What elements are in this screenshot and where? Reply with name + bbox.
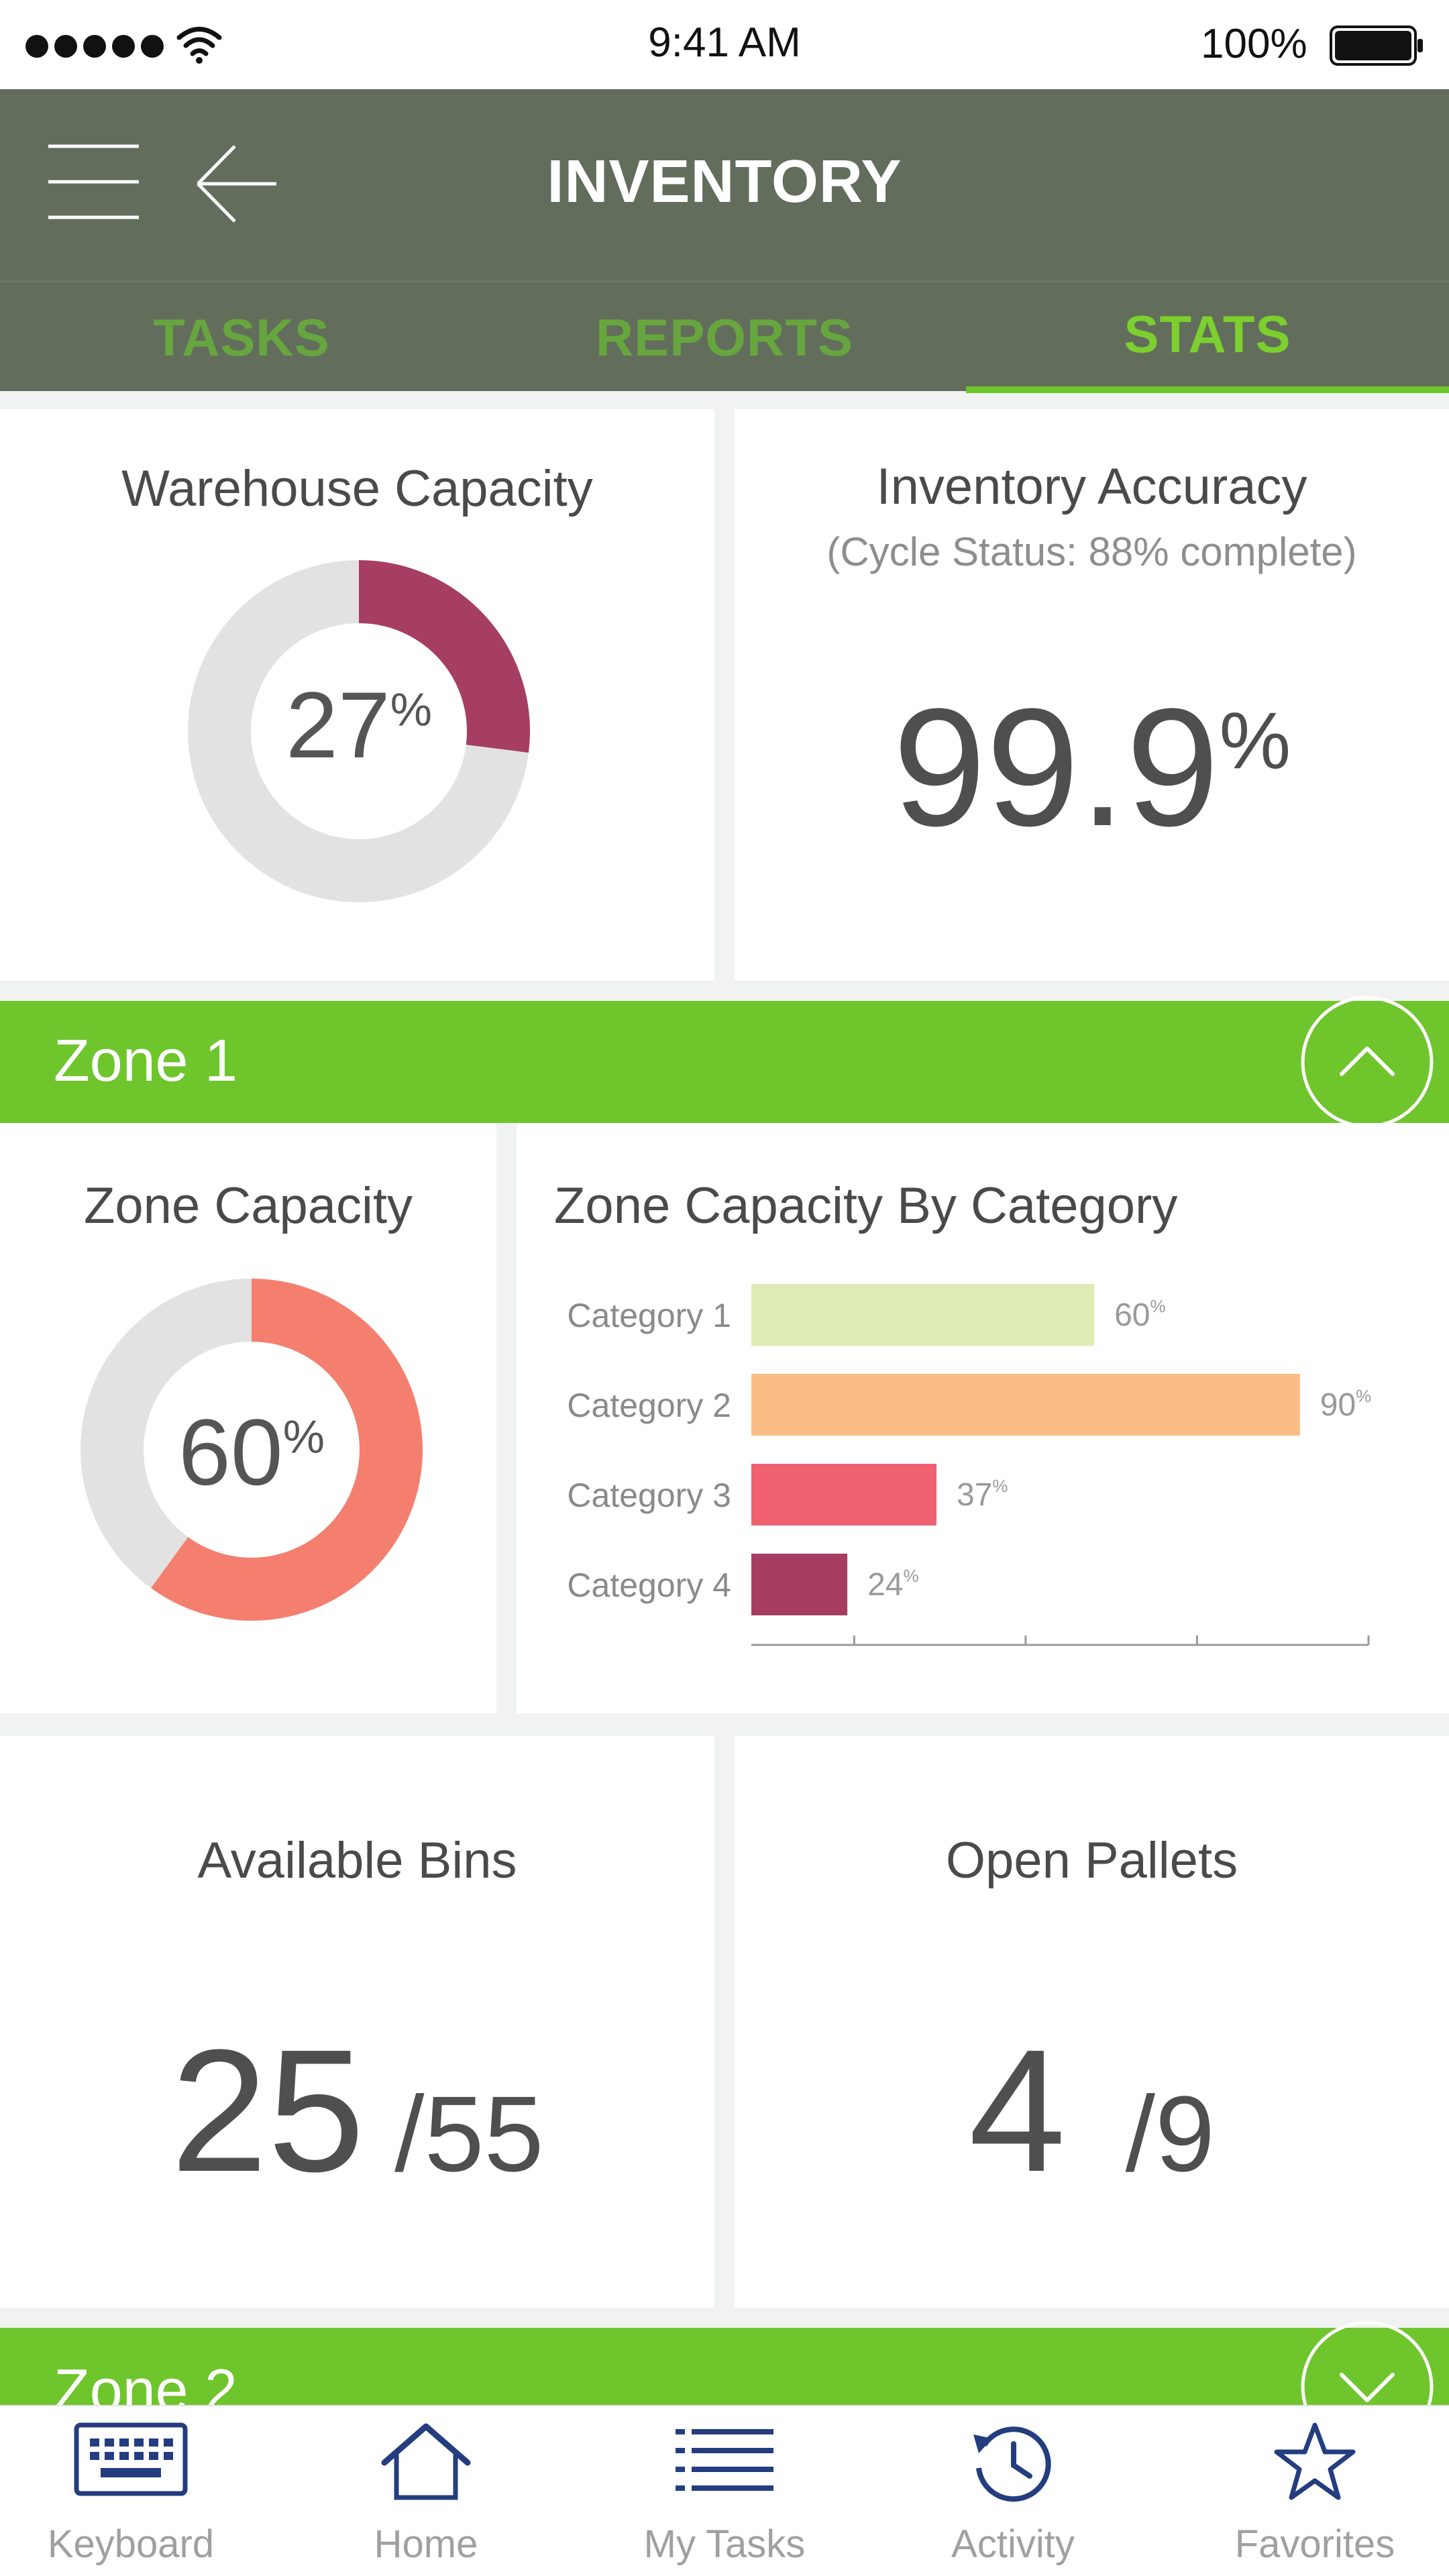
tab-reports[interactable]: REPORTS bbox=[483, 282, 966, 393]
category-label: Category 3 bbox=[567, 1477, 731, 1514]
nav-my-tasks-label: My Tasks bbox=[643, 2522, 806, 2566]
cycle-status-text: (Cycle Status: 88% complete) bbox=[826, 529, 1357, 574]
tab-stats[interactable]: STATS bbox=[966, 282, 1449, 393]
category-bar bbox=[751, 1284, 1095, 1346]
inventory-accuracy-title: Inventory Accuracy bbox=[876, 458, 1307, 515]
wifi-icon bbox=[176, 27, 222, 64]
category-bar bbox=[751, 1374, 1300, 1436]
zone-1-label: Zone 1 bbox=[54, 1027, 237, 1093]
status-bar: 9:41 AM 100% bbox=[0, 0, 1449, 89]
nav-home[interactable]: Home bbox=[325, 2406, 527, 2576]
available-bins-title: Available Bins bbox=[197, 1832, 517, 1889]
nav-home-label: Home bbox=[374, 2522, 478, 2566]
open-pallets-card: Open Pallets 4 /9 bbox=[735, 1736, 1449, 2308]
nav-activity[interactable]: Activity bbox=[912, 2406, 1114, 2576]
bar-value-label: 37% bbox=[957, 1476, 1008, 1513]
zone-capacity-by-category-card: Zone Capacity By Category Category 1 60% C… bbox=[517, 1123, 1449, 1713]
bar-value-label: 60% bbox=[1114, 1296, 1166, 1333]
battery-icon bbox=[1330, 25, 1423, 66]
battery-percentage: 100% bbox=[1201, 21, 1307, 67]
bottom-navigation: Keyboard Home My Tasks Activity Favorite… bbox=[0, 2405, 1449, 2576]
zone-capacity-value: 60% bbox=[178, 1399, 325, 1505]
nav-activity-label: Activity bbox=[951, 2522, 1075, 2566]
open-pallets-title: Open Pallets bbox=[945, 1832, 1238, 1889]
category-bar-chart: Category 1 60% Category 2 90% Category 3 37% C… bbox=[567, 1284, 1372, 1646]
history-icon bbox=[973, 2426, 1051, 2502]
zone-capacity-card: Zone Capacity 60% bbox=[0, 1123, 496, 1713]
bar-value-label: 90% bbox=[1320, 1386, 1372, 1423]
available-bins-value: 25 /55 bbox=[170, 2014, 544, 2208]
bar-value-label: 24% bbox=[867, 1566, 919, 1603]
keyboard-icon bbox=[74, 2422, 188, 2496]
star-icon bbox=[1274, 2422, 1356, 2500]
zone-capacity-title: Zone Capacity bbox=[83, 1177, 413, 1234]
warehouse-capacity-title: Warehouse Capacity bbox=[121, 460, 593, 517]
page-title: INVENTORY bbox=[547, 148, 902, 215]
list-icon bbox=[676, 2429, 773, 2491]
nav-keyboard-label: Keyboard bbox=[47, 2522, 215, 2566]
zone-1-header[interactable]: Zone 1 bbox=[0, 1001, 1449, 1123]
inventory-accuracy-card: Inventory Accuracy (Cycle Status: 88% co… bbox=[735, 409, 1449, 981]
tab-tasks[interactable]: TASKS bbox=[0, 282, 483, 393]
nav-favorites[interactable]: Favorites bbox=[1214, 2406, 1415, 2576]
category-bar bbox=[751, 1554, 848, 1615]
inventory-accuracy-value: 99.9% bbox=[892, 674, 1291, 861]
category-label: Category 4 bbox=[567, 1566, 731, 1604]
menu-icon[interactable] bbox=[48, 142, 139, 221]
chevron-up-circle-icon[interactable] bbox=[1300, 995, 1434, 1129]
open-pallets-value: 4 /9 bbox=[969, 2014, 1215, 2208]
warehouse-capacity-card: Warehouse Capacity 27% bbox=[0, 409, 714, 981]
home-icon bbox=[381, 2423, 471, 2500]
category-label: Category 2 bbox=[567, 1387, 731, 1424]
category-bar bbox=[751, 1464, 936, 1525]
back-arrow-icon[interactable] bbox=[195, 142, 278, 226]
status-time: 9:41 AM bbox=[648, 19, 801, 66]
tab-bar: TASKS REPORTS STATS bbox=[0, 280, 1449, 393]
nav-my-tasks[interactable]: My Tasks bbox=[624, 2406, 825, 2576]
zone-category-chart-title: Zone Capacity By Category bbox=[554, 1177, 1178, 1234]
nav-favorites-label: Favorites bbox=[1234, 2522, 1395, 2566]
warehouse-capacity-value: 27% bbox=[286, 672, 432, 777]
available-bins-card: Available Bins 25 /55 bbox=[0, 1736, 714, 2308]
category-label: Category 1 bbox=[567, 1297, 731, 1334]
nav-keyboard[interactable]: Keyboard bbox=[30, 2406, 231, 2576]
signal-strength-icon bbox=[25, 35, 170, 58]
